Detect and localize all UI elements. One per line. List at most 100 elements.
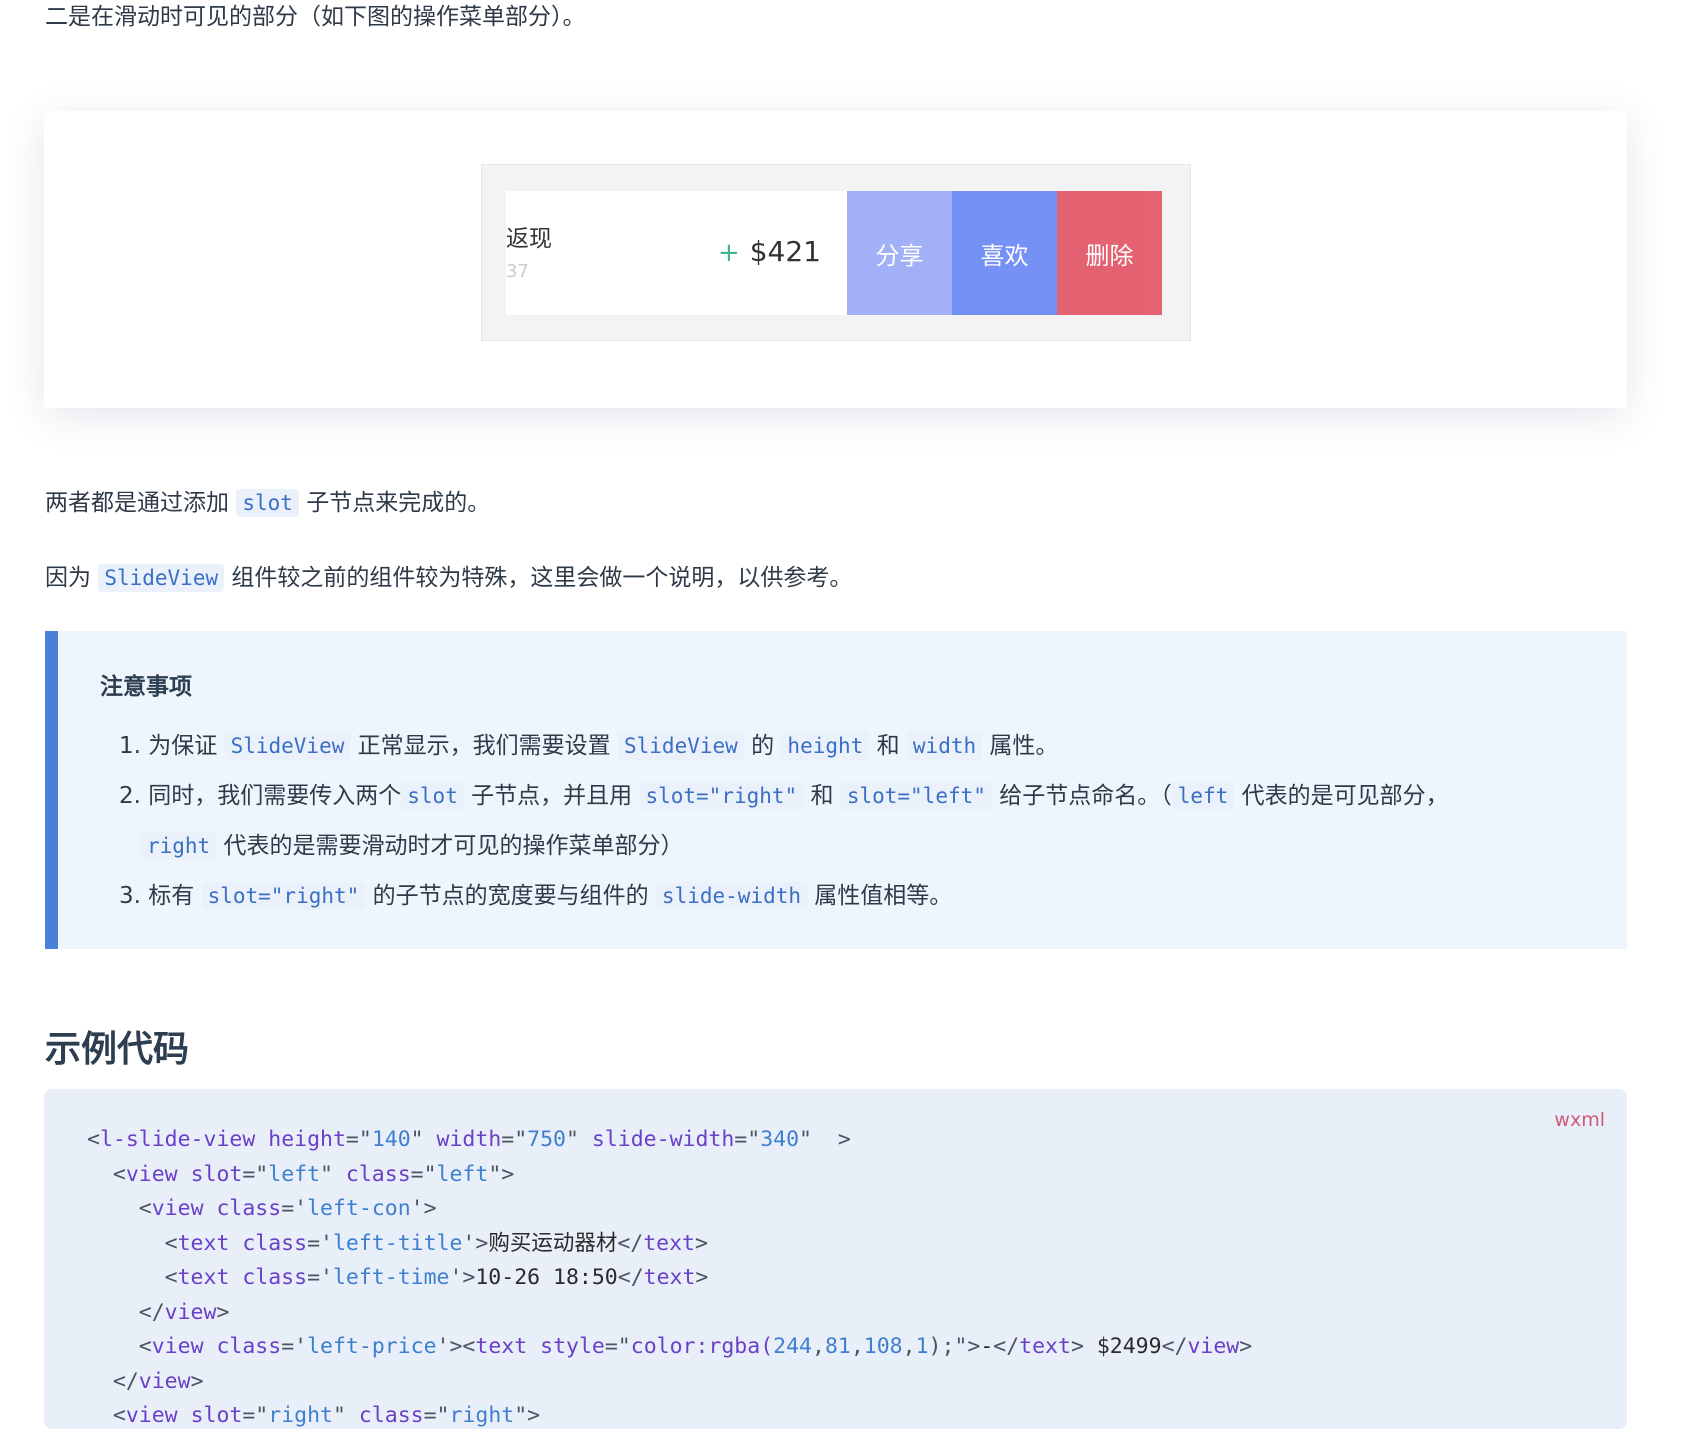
code-token: =": [242, 1161, 269, 1187]
text-segment: 的: [743, 733, 782, 759]
inline-code: slot="right": [201, 882, 366, 910]
code-token: <: [87, 1403, 126, 1428]
code-token: >: [1070, 1334, 1097, 1359]
code-token: >: [695, 1265, 709, 1290]
code-token: ": [320, 1161, 346, 1187]
code-line: <view class='left-con'>: [87, 1192, 1252, 1227]
code-line: <view class='left-price'><text style="co…: [87, 1330, 1252, 1365]
code-token: text: [643, 1230, 695, 1256]
code-token: <: [87, 1196, 152, 1221]
notice-title: 注意事项: [100, 674, 192, 700]
inline-code: slot: [236, 489, 299, 517]
text-segment: 的子节点的宽度要与组件的: [365, 883, 656, 909]
text-segment: 组件较之前的组件较为特殊，这里会做一个说明，以供参考。: [224, 565, 853, 591]
code-token: ,: [902, 1334, 916, 1359]
code-token: </: [617, 1265, 644, 1290]
code-token: style: [540, 1334, 605, 1359]
notice-item-2-continued: right 代表的是需要滑动时才可见的操作菜单部分）: [119, 829, 683, 863]
code-token: ": [332, 1403, 359, 1428]
code-token: 1: [915, 1334, 929, 1359]
code-token: </: [993, 1334, 1020, 1359]
code-token: =": [410, 1161, 437, 1187]
code-token: =": [242, 1403, 269, 1428]
slide-view-demo-image: 返现 37 + $421 分享 喜欢 删除: [481, 164, 1191, 341]
code-block: wxml <l-slide-view height="140" width="7…: [44, 1089, 1627, 1429]
code-token: view: [164, 1299, 217, 1325]
section-heading-example-code: 示例代码: [45, 1029, 190, 1070]
code-token: </: [1161, 1334, 1188, 1359]
inline-code: width: [906, 732, 983, 760]
delete-button: 删除: [1057, 191, 1162, 315]
code-token: text: [475, 1334, 528, 1359]
code-language-label: wxml: [1554, 1109, 1605, 1131]
code-token: -: [980, 1334, 994, 1359]
inline-code: slot="left": [840, 782, 992, 810]
code-token: text: [177, 1230, 230, 1256]
code-token: <: [87, 1127, 100, 1152]
plus-sign: +: [717, 238, 740, 268]
text-segment: 属性。: [982, 733, 1059, 759]
paragraph-slideview: 因为 SlideView 组件较之前的组件较为特殊，这里会做一个说明，以供参考。: [45, 561, 852, 595]
text-segment: 因为: [45, 565, 99, 591]
code-token: " >: [799, 1127, 851, 1152]
code-token: </: [617, 1230, 644, 1256]
code-token: =': [307, 1265, 333, 1290]
code-token: <: [87, 1161, 126, 1187]
text-segment: 属性值相等。: [807, 883, 953, 909]
code-token: '>: [449, 1265, 476, 1290]
code-line: </view>: [87, 1365, 1252, 1400]
code-token: class: [216, 1334, 282, 1359]
code-token: =': [281, 1334, 308, 1359]
code-token: '>: [462, 1230, 489, 1256]
code-token: width: [436, 1127, 502, 1152]
text-segment: 3. 标有: [119, 883, 202, 909]
share-button: 分享: [847, 191, 952, 315]
code-token: class: [242, 1265, 308, 1290]
code-line: <l-slide-view height="140" width="750" s…: [87, 1123, 1252, 1158]
demo-row-price: + $421: [718, 235, 821, 268]
text-segment: 2. 同时，我们需要传入两个: [119, 783, 402, 809]
code-token: '>: [410, 1196, 437, 1221]
text-segment: 子节点，并且用: [463, 783, 640, 809]
code-token: =": [604, 1334, 631, 1359]
code-token: left: [436, 1161, 489, 1187]
code-token: view: [151, 1196, 204, 1221]
code-token: left: [268, 1161, 321, 1187]
text-segment: 子节点来完成的。: [298, 490, 491, 516]
code-token: <: [87, 1334, 152, 1359]
code-token: =": [501, 1127, 528, 1152]
code-token: 10-26 18:50: [475, 1265, 618, 1290]
code-token: 750: [527, 1127, 567, 1152]
code-token: left-time: [332, 1265, 450, 1290]
code-token: '><: [436, 1334, 476, 1359]
demo-list-row: 返现 37 + $421: [506, 191, 847, 315]
code-token: view: [125, 1161, 178, 1187]
inline-code: right: [140, 832, 217, 860]
code-token: left-con: [307, 1196, 411, 1221]
text-segment: 代表的是需要滑动时才可见的操作菜单部分）: [216, 833, 684, 859]
code-token: </: [87, 1368, 139, 1394]
code-line: </view>: [87, 1296, 1252, 1331]
code-token: slot: [190, 1161, 243, 1187]
code-token: slide-width: [591, 1127, 735, 1152]
code-token: =": [423, 1403, 450, 1428]
price-value: $421: [749, 235, 821, 268]
code-token: height: [268, 1127, 346, 1152]
text-segment: 正常显示，我们需要设置: [350, 733, 618, 759]
code-token: =": [345, 1127, 372, 1152]
code-token: class: [242, 1230, 308, 1256]
code-token: ,: [811, 1334, 825, 1359]
notice-item-1: 1. 为保证 SlideView 正常显示，我们需要设置 SlideView 的…: [119, 729, 1058, 763]
like-button: 喜欢: [952, 191, 1057, 315]
code-token: =': [307, 1230, 333, 1256]
code-token: class: [358, 1403, 424, 1428]
code-token: view: [125, 1403, 178, 1428]
code-token: </: [87, 1299, 165, 1325]
code-token: ">: [514, 1403, 541, 1428]
code-token: ,: [850, 1334, 864, 1359]
code-token: >: [1239, 1334, 1253, 1359]
notice-item-3: 3. 标有 slot="right" 的子节点的宽度要与组件的 slide-wi…: [119, 879, 952, 913]
